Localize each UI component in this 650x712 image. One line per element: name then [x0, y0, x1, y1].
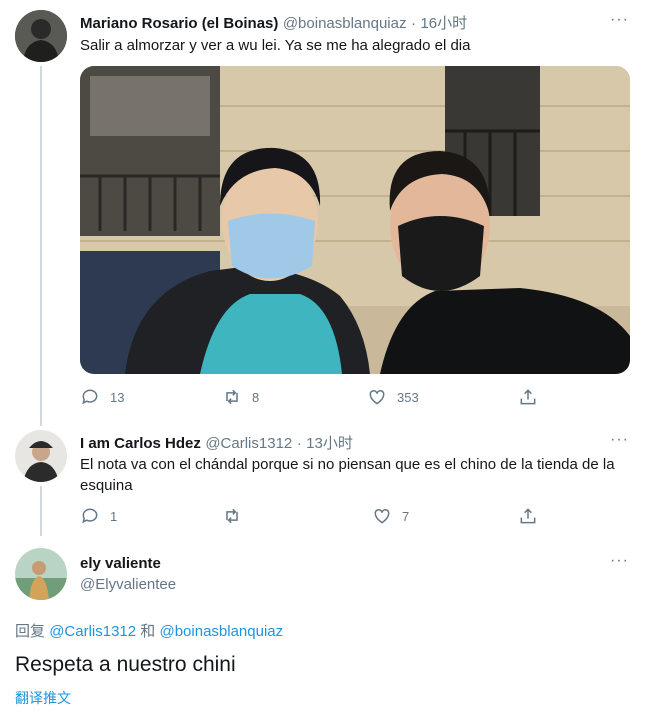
heart-icon — [369, 389, 385, 405]
tweet-time[interactable]: 16小时 — [420, 15, 467, 32]
retweet-icon — [226, 389, 238, 405]
tweet-text: El nota va con el chándal porque si no p… — [80, 456, 615, 494]
replying-to-and: 和 — [140, 623, 156, 640]
tweet-time-sep: · — [410, 15, 416, 32]
tweet2-header: I am Carlos Hdez @Carlis1312 · 13小时 — [80, 432, 353, 453]
tweet-time[interactable]: 13小时 — [306, 435, 353, 452]
retweet-button[interactable] — [222, 506, 252, 526]
replying-to: 回复 @Carlis1312 和 @boinasblanquiaz — [15, 620, 283, 641]
author-handle[interactable]: @boinasblanquiaz — [283, 15, 407, 32]
like-button[interactable]: 353 — [367, 387, 419, 407]
avatar-carlos[interactable] — [15, 430, 67, 482]
share-button[interactable] — [518, 506, 538, 526]
retweet-count: 8 — [252, 389, 260, 405]
reply-icon — [82, 389, 98, 405]
reply-button[interactable]: 13 — [80, 387, 124, 407]
author-handle[interactable]: @Carlis1312 — [205, 435, 292, 452]
reply-count: 13 — [110, 389, 125, 405]
share-icon — [520, 508, 536, 524]
thread-line — [40, 486, 42, 536]
thread-line — [40, 66, 42, 426]
more-options-icon[interactable]: ··· — [610, 431, 629, 449]
heart-icon — [374, 508, 390, 524]
like-count: 7 — [402, 508, 410, 524]
author-name[interactable]: I am Carlos Hdez — [80, 435, 201, 452]
reply-button[interactable]: 1 — [80, 506, 117, 526]
author-handle[interactable]: @Elyvalientee — [80, 576, 176, 593]
tweet-text: Respeta a nuestro chini — [15, 653, 236, 676]
author-name[interactable]: Mariano Rosario (el Boinas) — [80, 15, 278, 32]
tweet-text: Salir a almorzar y ver a wu lei. Ya se m… — [80, 37, 471, 54]
tweet-time-sep: · — [296, 435, 302, 452]
retweet-button[interactable]: 8 — [222, 387, 259, 407]
mention-link[interactable]: @boinasblanquiaz — [159, 623, 283, 640]
reply-icon — [82, 508, 98, 524]
avatar-mariano[interactable] — [15, 10, 67, 62]
more-options-icon[interactable]: ··· — [610, 11, 629, 29]
replying-to-label: 回复 — [15, 623, 46, 640]
retweet-icon — [226, 508, 238, 524]
tweet-photo[interactable] — [80, 66, 630, 374]
translate-tweet-link[interactable]: 翻译推文 — [15, 688, 71, 708]
author-name[interactable]: ely valiente — [80, 555, 161, 572]
avatar-ely[interactable] — [15, 548, 67, 600]
like-button[interactable]: 7 — [372, 506, 409, 526]
more-options-icon[interactable]: ··· — [610, 552, 629, 570]
tweet1-header: Mariano Rosario (el Boinas) @boinasblanq… — [80, 12, 467, 33]
share-button[interactable] — [518, 387, 538, 407]
like-count: 353 — [397, 389, 419, 405]
mention-link[interactable]: @Carlis1312 — [49, 623, 136, 640]
reply-count: 1 — [110, 508, 118, 524]
share-icon — [520, 389, 536, 405]
